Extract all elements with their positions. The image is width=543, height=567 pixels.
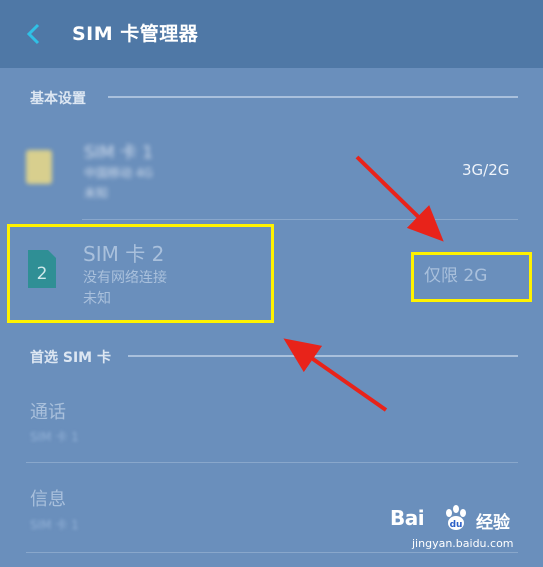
baidu-jingyan-watermark: Bai du 经验 jingyan.baidu.com (390, 502, 530, 562)
arrow-to-network-type (355, 155, 444, 242)
annotation-arrows (283, 155, 444, 412)
arrow-to-sim2 (283, 338, 388, 412)
baidu-paw-icon: du (446, 505, 466, 530)
watermark-url: jingyan.baidu.com (412, 537, 514, 550)
svg-text:du: du (450, 520, 463, 530)
watermark-brand-suffix: 经验 (476, 513, 510, 533)
watermark-brand: Bai (390, 506, 425, 530)
